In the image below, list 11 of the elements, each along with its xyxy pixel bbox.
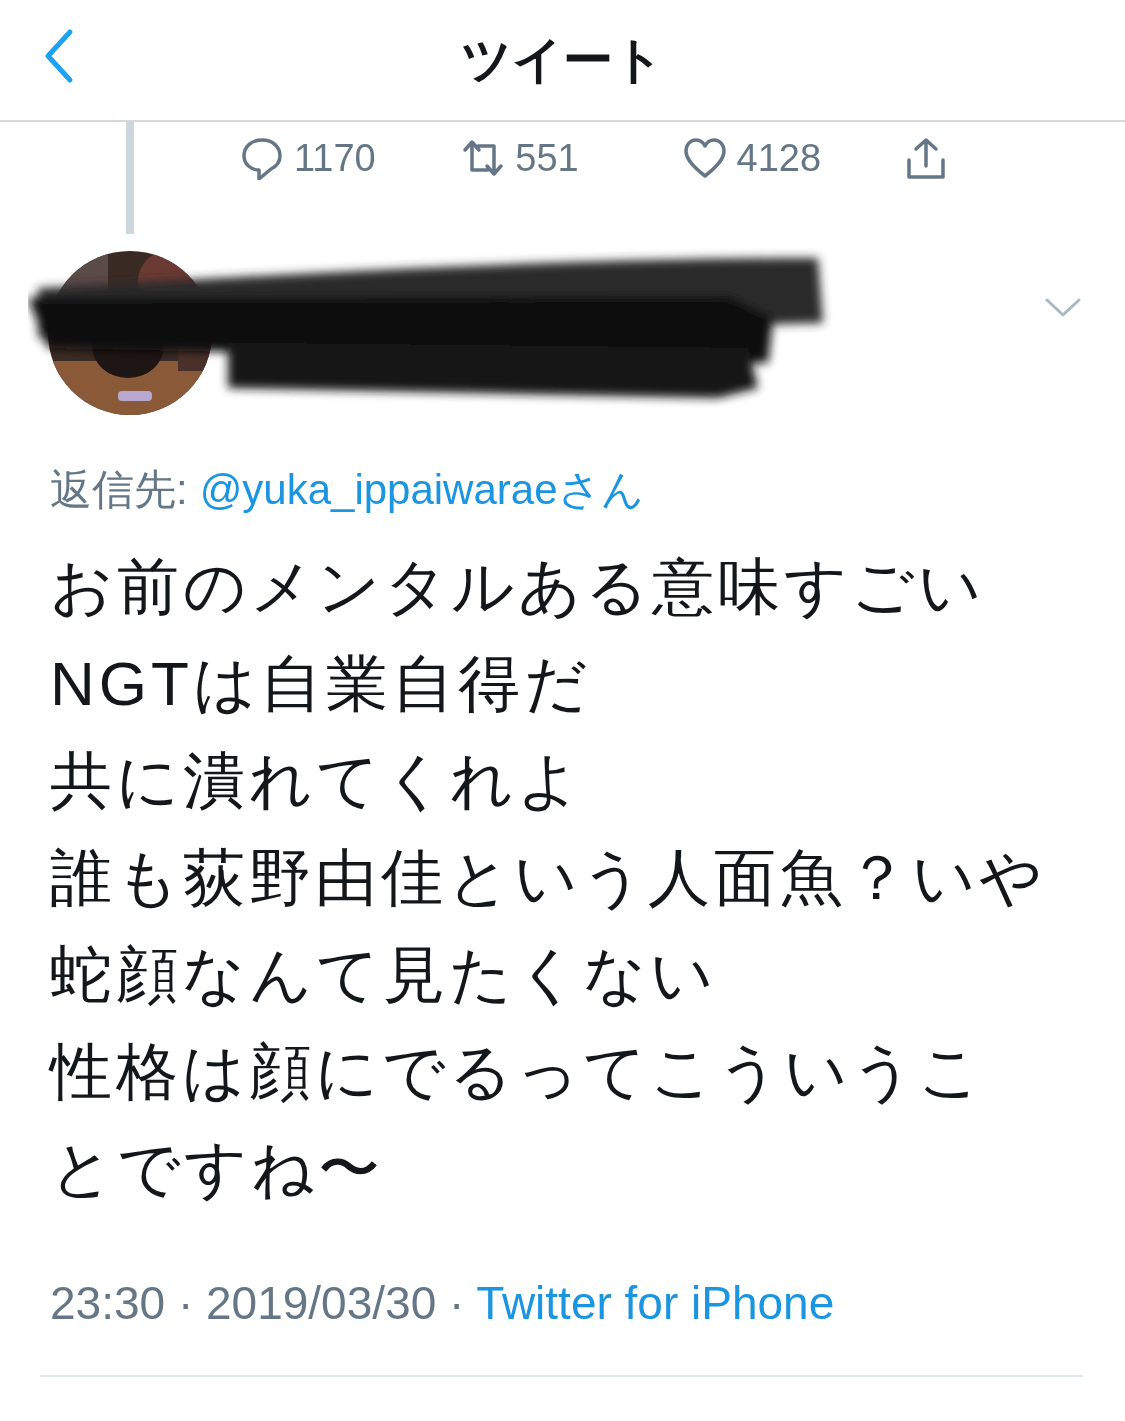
tweet-text: お前のメンタルある意味すごい NGTは自業自得だ 共に潰れてくれよ 誰も荻野由佳という人面魚？いや蛇顔なんて見たくない 性格は顔にでるってこういうことですね〜 <box>50 551 1047 1205</box>
source-link[interactable]: Twitter for iPhone <box>476 1277 835 1329</box>
action-count: 1170 <box>294 136 376 180</box>
speech-bubble-icon[interactable] <box>240 136 284 180</box>
action-count: 551 <box>515 136 579 180</box>
heart-icon[interactable] <box>682 136 727 180</box>
timestamp: 23:30 · 2019/03/30 · <box>50 1277 465 1329</box>
reply-to-label: 返信先: <box>50 466 188 513</box>
mention-link[interactable]: @yuka_ippaiwaraeさん <box>199 466 644 513</box>
action-count: 4128 <box>736 136 822 180</box>
page-title: ツイート <box>461 30 664 90</box>
